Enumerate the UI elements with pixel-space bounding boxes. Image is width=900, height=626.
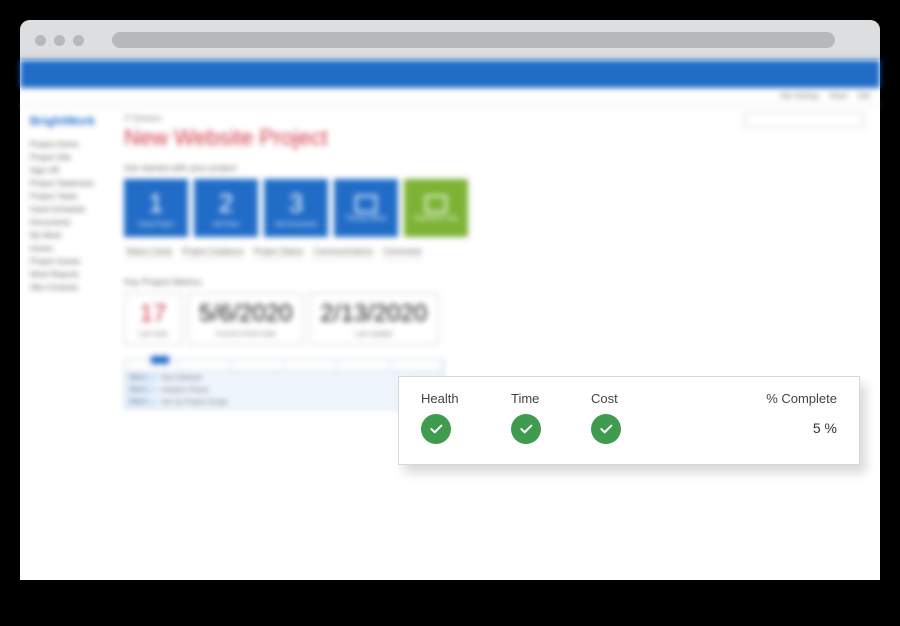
left-sidebar: BrightWork Project Home Project Site Sig…: [20, 106, 110, 417]
metric-last-update: 2/13/2020 Last Update: [309, 293, 438, 345]
tab[interactable]: Project Guidance: [182, 247, 243, 259]
tile-step-2[interactable]: 2 Add Team: [194, 179, 258, 237]
top-toolbar: Site Settings Share Edit: [20, 88, 880, 106]
metrics-heading: Key Project Metrics: [124, 277, 866, 287]
browser-chrome: [20, 20, 880, 60]
cost-status-icon: [591, 414, 621, 444]
metric-finish-date: 5/6/2020 Current Finish Date: [188, 293, 303, 345]
toolbar-item[interactable]: Site Settings: [780, 93, 819, 100]
page-title: New Website Project: [124, 125, 866, 151]
top-ribbon: [20, 60, 880, 88]
percent-complete-value: 5 %: [813, 420, 837, 436]
time-label: Time: [511, 391, 539, 406]
tile-training-videos[interactable]: Training Videos: [334, 179, 398, 237]
nav-item[interactable]: Issues: [30, 242, 104, 255]
metric-label: Last Update: [320, 331, 427, 338]
metric-value: 5/6/2020: [199, 300, 292, 328]
nav-item[interactable]: Project Home: [30, 138, 104, 151]
tile-number: 2: [219, 188, 233, 219]
health-label: Health: [421, 391, 459, 406]
tile-help[interactable]: BrightWork Help: [404, 179, 468, 237]
tile-step-3[interactable]: 3 Add Documents: [264, 179, 328, 237]
tile-number: 3: [289, 188, 303, 219]
nav-item[interactable]: My Work: [30, 229, 104, 242]
metric-label: Last Date: [135, 331, 171, 338]
url-bar[interactable]: [112, 32, 835, 48]
time-column: Time: [511, 391, 591, 444]
nav-item[interactable]: Work Reports: [30, 268, 104, 281]
metric-days: 17 Last Date: [124, 293, 182, 345]
tile-label: Training Videos: [343, 216, 388, 222]
nav-item[interactable]: Project Statement: [30, 177, 104, 190]
browser-window: Site Settings Share Edit BrightWork Proj…: [20, 20, 880, 580]
metric-value: 17: [135, 300, 171, 328]
cost-column: Cost: [591, 391, 681, 444]
status-callout-panel: Health Time Cost % Complete 5 %: [398, 376, 860, 465]
metric-label: Current Finish Date: [199, 331, 292, 338]
tile-label: BrightWork Help: [412, 216, 460, 222]
page-content-blurred: Site Settings Share Edit BrightWork Proj…: [20, 60, 880, 417]
window-minimize-icon[interactable]: [54, 35, 65, 46]
nav-item[interactable]: Sign Off: [30, 164, 104, 177]
nav-item[interactable]: Project Site: [30, 151, 104, 164]
nav-item[interactable]: Site Contents: [30, 281, 104, 294]
cost-label: Cost: [591, 391, 618, 406]
nav-item[interactable]: Documents: [30, 216, 104, 229]
display-icon: [425, 195, 447, 213]
content-tabs: Status Cards Project Guidance Project St…: [124, 243, 866, 263]
tile-label: Setup Project: [136, 222, 176, 228]
checkmark-icon: [518, 421, 534, 437]
tile-label: Add Documents: [273, 222, 320, 228]
nav-item[interactable]: Project Issues: [30, 255, 104, 268]
key-metrics: 17 Last Date 5/6/2020 Current Finish Dat…: [124, 293, 866, 345]
gantt-header: [125, 360, 443, 372]
search-input[interactable]: [744, 112, 864, 128]
nav-item[interactable]: Gantt Schedule: [30, 203, 104, 216]
tile-number: 1: [149, 188, 163, 219]
subtitle: Get started with your project: [124, 163, 866, 173]
window-zoom-icon[interactable]: [73, 35, 84, 46]
tile-label: Add Team: [211, 222, 242, 228]
tab[interactable]: Project Status: [254, 247, 304, 259]
percent-complete-column: % Complete 5 %: [681, 391, 837, 436]
tile-step-1[interactable]: 1 Setup Project: [124, 179, 188, 237]
toolbar-item[interactable]: Edit: [858, 93, 870, 100]
setup-tiles: 1 Setup Project 2 Add Team 3 Add Documen…: [124, 179, 866, 237]
tab[interactable]: Comments: [383, 247, 422, 259]
gantt-row[interactable]: Task 2Initiation Phase: [125, 384, 443, 396]
window-close-icon[interactable]: [35, 35, 46, 46]
checkmark-icon: [598, 421, 614, 437]
main-area: IT Division New Website Project Get star…: [110, 106, 880, 417]
metric-value: 2/13/2020: [320, 300, 427, 328]
gantt-row[interactable]: Task 1New Website: [125, 372, 443, 384]
tab[interactable]: Status Cards: [126, 247, 172, 259]
toolbar-item[interactable]: Share: [829, 93, 848, 100]
brand-logo: BrightWork: [30, 114, 104, 128]
nav-item[interactable]: Project Tasks: [30, 190, 104, 203]
checkmark-icon: [428, 421, 444, 437]
percent-complete-label: % Complete: [766, 391, 837, 406]
health-column: Health: [421, 391, 511, 444]
health-status-icon: [421, 414, 451, 444]
display-icon: [355, 195, 377, 213]
tab[interactable]: Communications: [313, 247, 373, 259]
gantt-chart[interactable]: Task 1New Website Task 2Initiation Phase…: [124, 359, 444, 409]
time-status-icon: [511, 414, 541, 444]
gantt-row[interactable]: Task 3Set Up Project Scope: [125, 396, 443, 408]
